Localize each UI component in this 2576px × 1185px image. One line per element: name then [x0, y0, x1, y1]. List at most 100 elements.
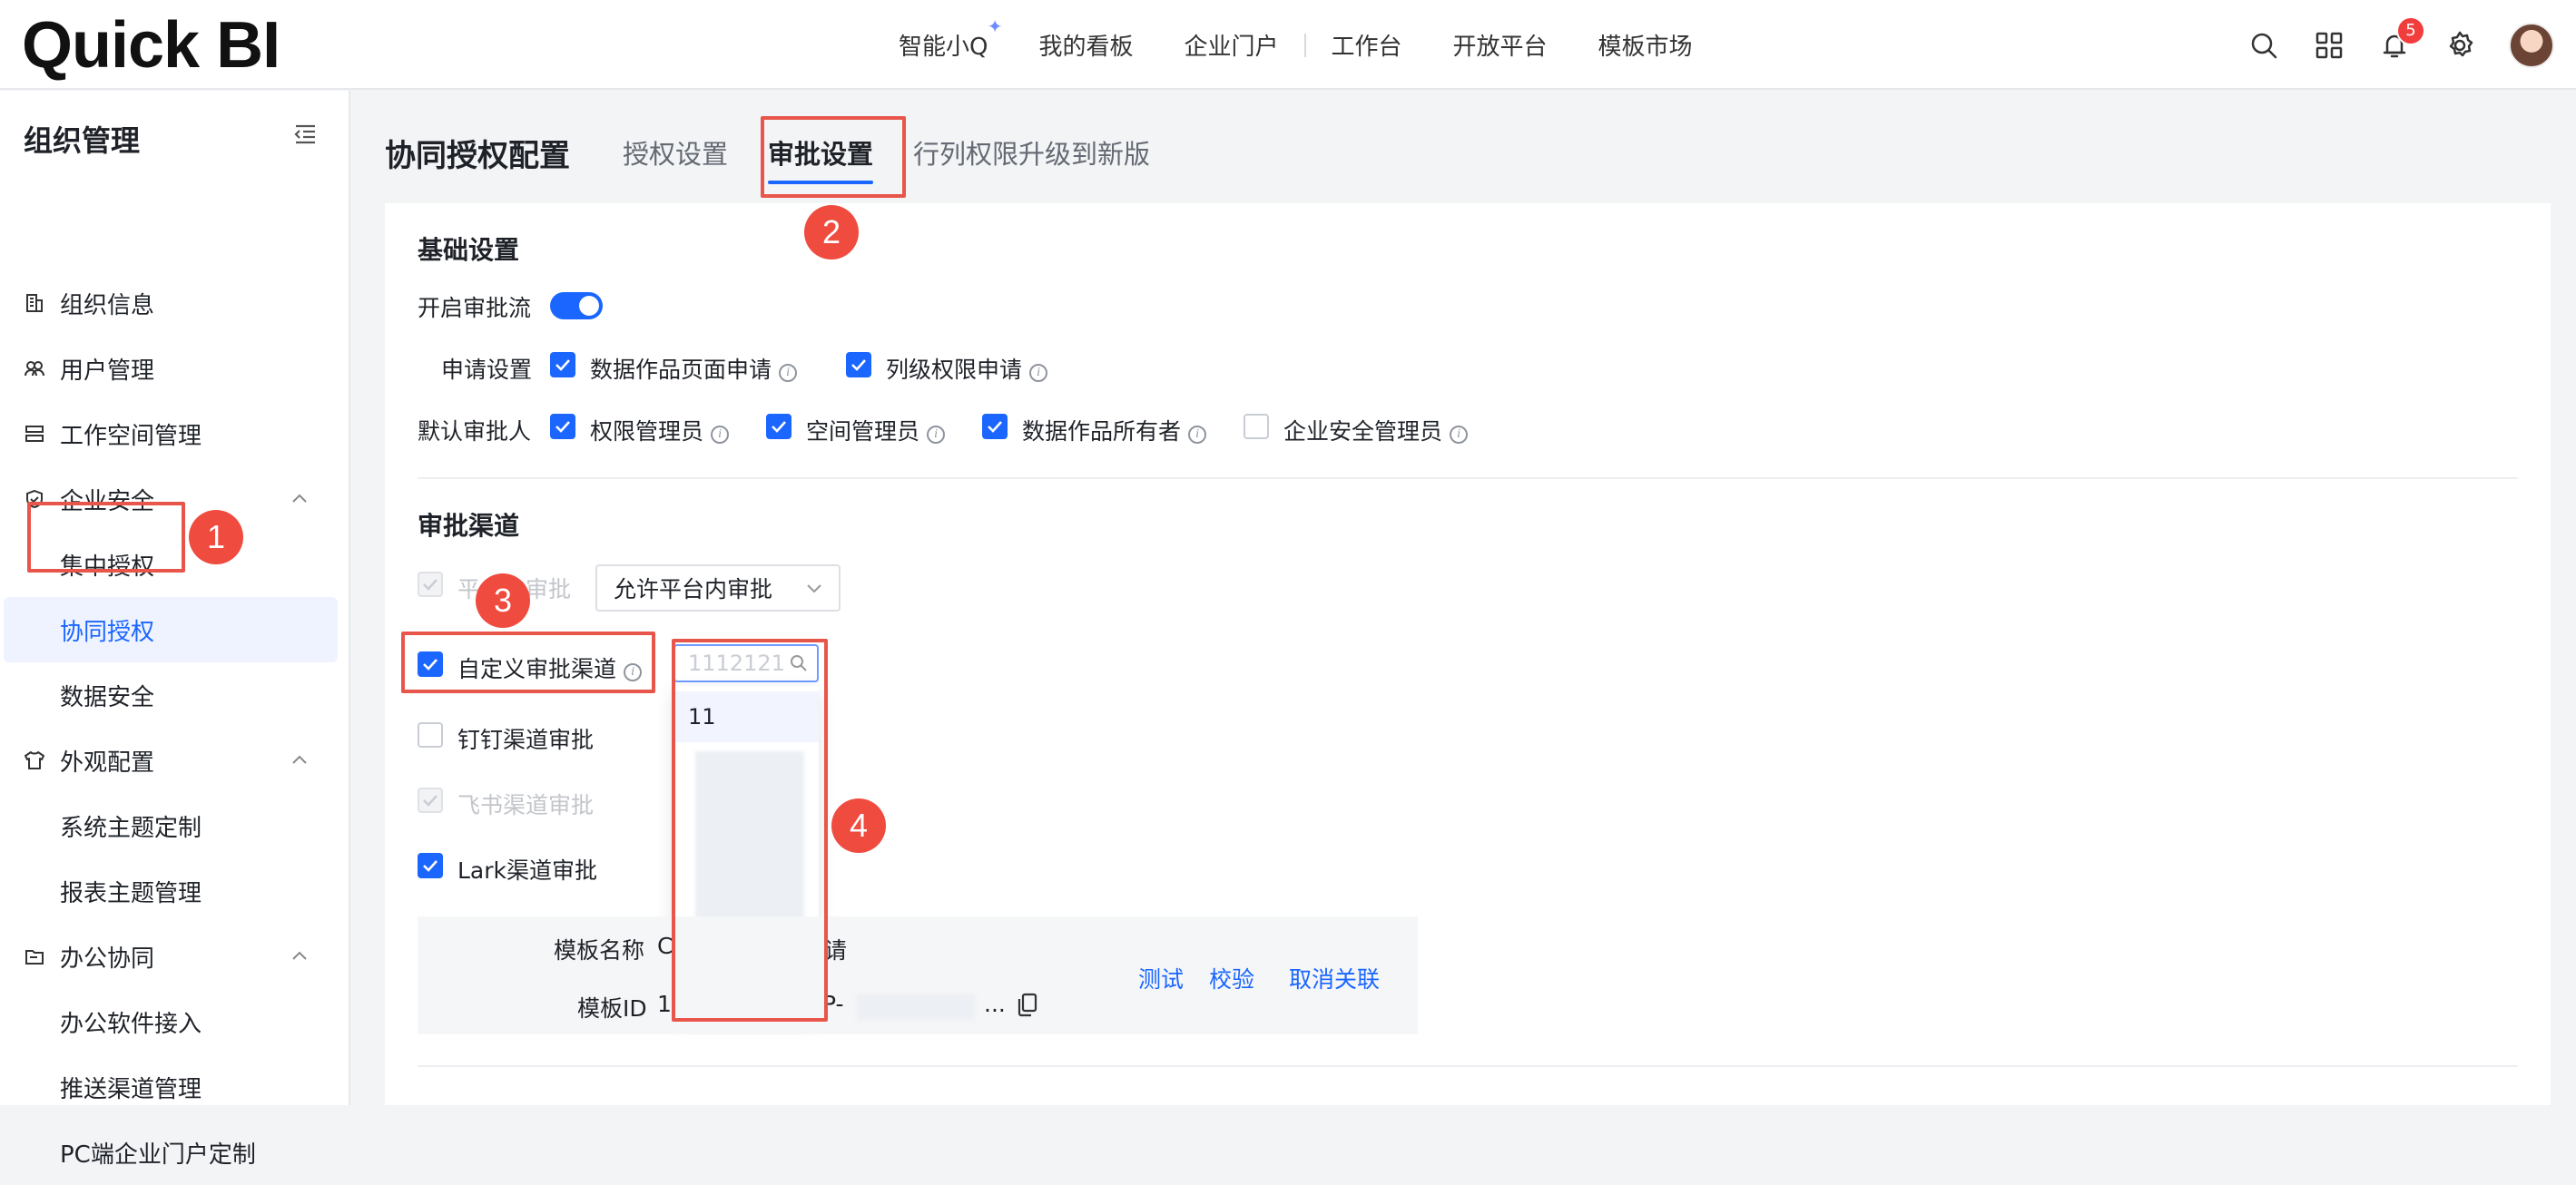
- search-icon[interactable]: [2247, 29, 2280, 62]
- feishu-channel-label: 飞书渠道审批: [457, 792, 595, 818]
- template-id-ellipsis: ...: [984, 991, 1006, 1017]
- sidebar-item-label: 工作空间管理: [60, 422, 202, 450]
- sidebar-item-data-security[interactable]: 数据安全: [0, 662, 350, 728]
- template-id-prefix: 1: [657, 991, 672, 1017]
- top-tools: 5: [2247, 0, 2554, 90]
- sidebar-item-push-channel[interactable]: 推送渠道管理: [0, 1054, 350, 1120]
- tab-upgrade-row-column[interactable]: 行列权限升级到新版: [913, 133, 1150, 171]
- permission-admin-label: 权限管理员 i: [590, 414, 730, 446]
- dingtalk-channel-label: 钉钉渠道审批: [457, 727, 595, 753]
- bell-icon[interactable]: 5: [2378, 15, 2425, 62]
- page-title: 协同授权配置: [385, 137, 570, 174]
- highlight-box-2: [761, 116, 906, 198]
- shirt-icon: [24, 749, 45, 771]
- info-icon[interactable]: i: [1450, 426, 1469, 444]
- workspace-icon: [24, 423, 45, 445]
- space-admin-checkbox[interactable]: [766, 414, 791, 439]
- security-admin-label: 企业安全管理员 i: [1283, 414, 1469, 446]
- nav-template-market[interactable]: 模板市场: [1573, 28, 1718, 62]
- sidebar-item-office-software[interactable]: 办公软件接入: [0, 989, 350, 1054]
- nav-smart-q[interactable]: 智能小Q ✦: [873, 15, 1013, 62]
- unlink-button[interactable]: 取消关联: [1289, 962, 1380, 994]
- nav-enterprise-portal[interactable]: 企业门户: [1158, 28, 1303, 62]
- sidebar-item-office-collab[interactable]: 办公协同: [0, 924, 350, 989]
- permission-admin-checkbox[interactable]: [550, 414, 575, 439]
- sidebar-item-label: 协同授权: [60, 618, 155, 646]
- platform-approval-checkbox[interactable]: [418, 572, 443, 597]
- data-owner-checkbox[interactable]: [982, 414, 1008, 439]
- sidebar-item-label: 系统主题定制: [60, 814, 202, 842]
- sidebar-item-label: PC端企业门户定制: [60, 1141, 256, 1169]
- sidebar-item-label: 外观配置: [60, 749, 155, 777]
- data-page-apply-label: 数据作品页面申请 i: [590, 352, 798, 385]
- sidebar-item-label: 推送渠道管理: [60, 1075, 202, 1103]
- platform-approval-select-value: 允许平台内审批: [614, 576, 773, 602]
- nav-workbench[interactable]: 工作台: [1306, 28, 1428, 62]
- template-name-label: 模板名称: [554, 937, 645, 964]
- info-icon[interactable]: i: [711, 426, 730, 444]
- highlight-box-4: [672, 639, 828, 1022]
- data-owner-label: 数据作品所有者 i: [1022, 414, 1207, 446]
- feishu-channel-checkbox[interactable]: [418, 788, 443, 813]
- folder-icon: [24, 945, 45, 967]
- sidebar-item-system-theme[interactable]: 系统主题定制: [0, 793, 350, 858]
- info-icon[interactable]: i: [927, 426, 946, 444]
- dingtalk-channel-checkbox[interactable]: [418, 722, 443, 748]
- platform-approval-select[interactable]: 允许平台内审批: [595, 564, 841, 612]
- copy-icon[interactable]: [1017, 993, 1038, 1022]
- chevron-up-icon: [289, 749, 310, 771]
- chevron-down-icon: [807, 584, 821, 593]
- step-marker-4: 4: [831, 798, 886, 853]
- section-divider: [418, 477, 2518, 479]
- highlight-box-3: [401, 632, 655, 693]
- apps-grid-icon[interactable]: [2313, 29, 2345, 62]
- gear-icon[interactable]: [2443, 29, 2476, 62]
- sidebar-item-label: 办公软件接入: [60, 1010, 202, 1038]
- top-nav: 智能小Q ✦ 我的看板 企业门户 工作台 开放平台 模板市场: [873, 0, 1718, 90]
- sidebar-title: 组织管理: [24, 123, 141, 158]
- sidebar-item-user-management[interactable]: 用户管理: [0, 336, 350, 401]
- sidebar-item-collab-auth[interactable]: 协同授权: [4, 597, 338, 662]
- lark-channel-label: Lark渠道审批: [457, 857, 598, 884]
- column-permission-apply-checkbox[interactable]: [846, 352, 871, 377]
- info-icon[interactable]: i: [1029, 364, 1048, 382]
- enable-approval-toggle[interactable]: [550, 292, 603, 319]
- nav-my-dashboard[interactable]: 我的看板: [1013, 28, 1158, 62]
- template-name-prefix: C: [657, 933, 673, 959]
- approval-channel-title: 审批渠道: [418, 511, 520, 541]
- sidebar-item-org-info[interactable]: 组织信息: [0, 270, 350, 336]
- quick-bi-logo[interactable]: Quick BI: [22, 11, 280, 80]
- top-bar: Quick BI 智能小Q ✦ 我的看板 企业门户 工作台 开放平台 模板市场 5: [0, 0, 2576, 90]
- sidebar-item-label: 用户管理: [60, 357, 155, 385]
- step-marker-1: 1: [189, 510, 243, 564]
- basic-settings-title: 基础设置: [418, 235, 520, 265]
- template-info-box: 模板名称 C 请 模板ID 1 P- ... 测试 校验 取消关联: [418, 916, 1418, 1034]
- users-icon: [24, 357, 45, 379]
- sidebar-item-pc-portal[interactable]: PC端企业门户定制: [0, 1120, 350, 1185]
- nav-open-platform[interactable]: 开放平台: [1428, 28, 1573, 62]
- step-marker-2: 2: [804, 205, 859, 260]
- collapse-menu-icon[interactable]: [290, 120, 320, 149]
- sidebar-item-report-theme[interactable]: 报表主题管理: [0, 858, 350, 924]
- info-icon[interactable]: i: [1188, 426, 1207, 444]
- chevron-up-icon: [289, 488, 310, 510]
- security-admin-checkbox[interactable]: [1244, 414, 1269, 439]
- notification-badge: 5: [2396, 15, 2425, 45]
- verify-button[interactable]: 校验: [1209, 962, 1254, 994]
- sidebar-item-label: 报表主题管理: [60, 879, 202, 907]
- sidebar-item-appearance[interactable]: 外观配置: [0, 728, 350, 793]
- step-marker-3: 3: [476, 573, 530, 628]
- redacted-template-id: [857, 994, 975, 1020]
- avatar[interactable]: [2509, 22, 2554, 68]
- column-permission-apply-label: 列级权限申请 i: [886, 352, 1048, 385]
- test-button[interactable]: 测试: [1138, 962, 1184, 994]
- space-admin-label: 空间管理员 i: [806, 414, 946, 446]
- lark-channel-checkbox[interactable]: [418, 853, 443, 878]
- highlight-box-1: [27, 502, 185, 573]
- info-icon[interactable]: i: [779, 364, 798, 382]
- data-page-apply-checkbox[interactable]: [550, 352, 575, 377]
- tab-auth-settings[interactable]: 授权设置: [623, 133, 728, 171]
- sidebar-item-workspace-management[interactable]: 工作空间管理: [0, 401, 350, 466]
- sidebar-item-label: 数据安全: [60, 683, 155, 711]
- chevron-up-icon: [289, 945, 310, 967]
